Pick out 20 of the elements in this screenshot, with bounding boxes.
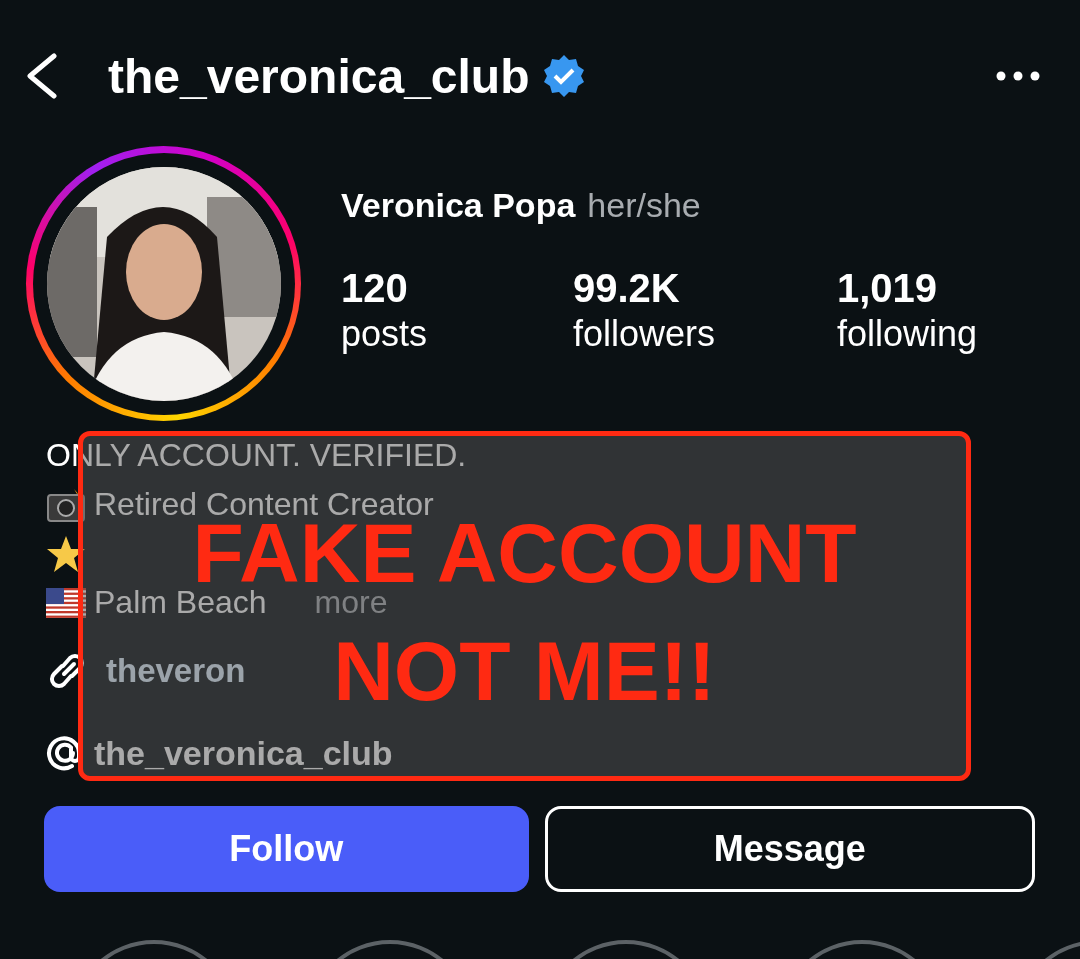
flag-icon xyxy=(46,587,86,618)
stat-count[interactable]: 1,019 xyxy=(837,265,1069,311)
threads-handle[interactable]: the_veronica_club xyxy=(94,733,393,773)
bio-text: Retired Content Creator xyxy=(94,486,434,523)
more-options-icon[interactable] xyxy=(996,71,1040,81)
follow-button[interactable]: Follow xyxy=(44,806,529,892)
website-link[interactable]: theveron xyxy=(106,652,246,690)
stat-count[interactable]: 120 xyxy=(341,265,573,311)
display-name: Veronica Popa xyxy=(341,186,576,225)
warning-text: FAKE ACCOUNT xyxy=(192,523,857,583)
back-icon[interactable] xyxy=(24,53,58,99)
username: the_veronica_club xyxy=(108,48,530,104)
stat-label[interactable]: followers xyxy=(573,311,837,357)
message-button[interactable]: Message xyxy=(544,806,1035,892)
stat-count[interactable]: 99.2K xyxy=(573,265,837,311)
pronouns: her/she xyxy=(587,186,701,225)
bio-text: Palm Beach xyxy=(94,584,267,621)
warning-text: NOT ME!! xyxy=(333,641,716,701)
stat-label[interactable]: following xyxy=(837,311,1069,357)
stat-label[interactable]: posts xyxy=(341,311,573,357)
